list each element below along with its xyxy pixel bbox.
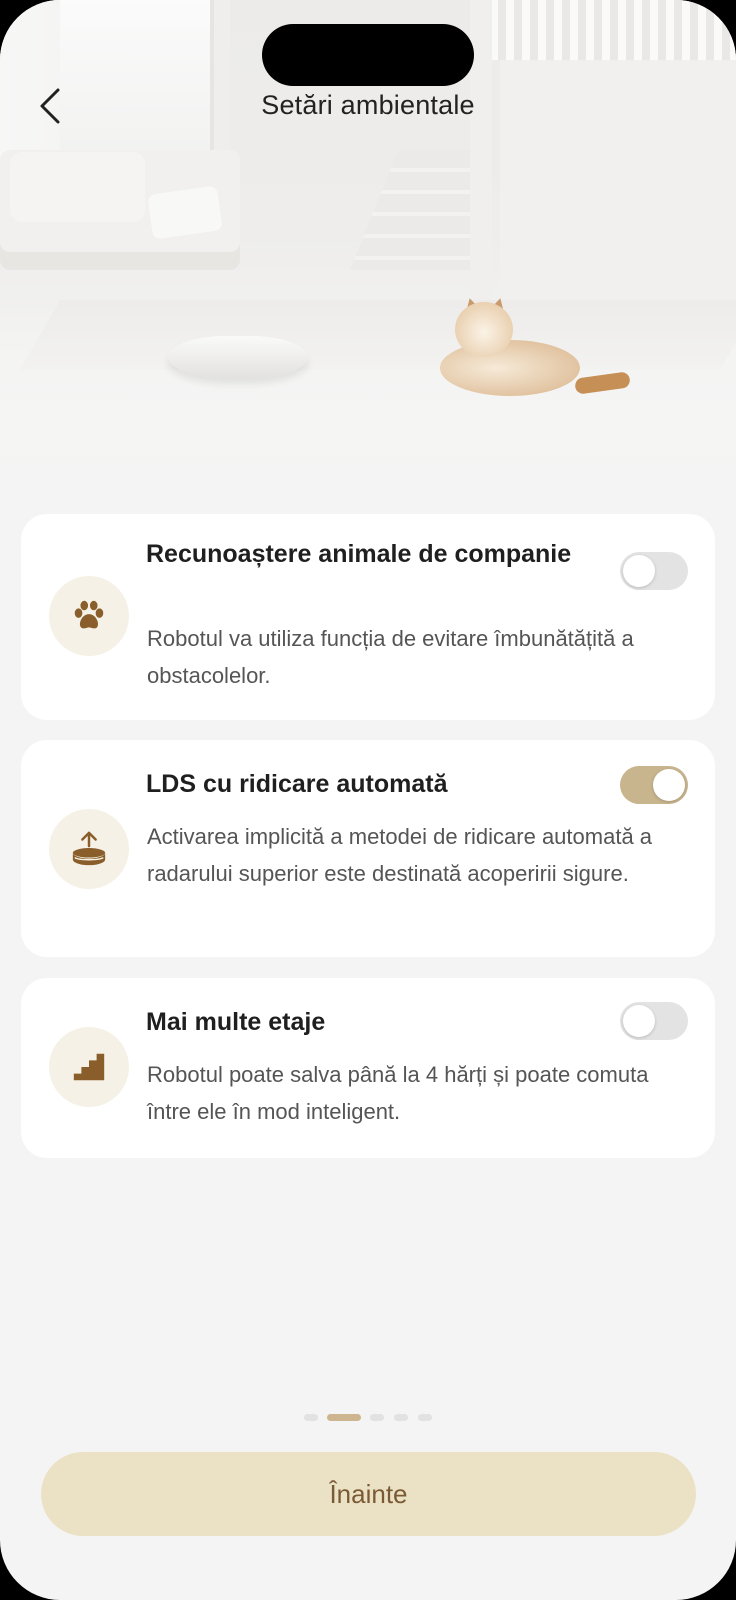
setting-card-pet-recognition: Recunoaștere animale de companie Robotul… bbox=[21, 514, 715, 720]
lds-lift-icon-badge bbox=[49, 809, 129, 889]
robot-vacuum-image bbox=[168, 336, 308, 378]
paw-icon-badge bbox=[49, 576, 129, 656]
lds-lift-toggle[interactable] bbox=[620, 766, 688, 804]
cat-image bbox=[440, 340, 580, 396]
paw-icon bbox=[74, 600, 104, 629]
stairs-icon-badge bbox=[49, 1027, 129, 1107]
stairs-icon bbox=[73, 1053, 105, 1081]
page-dot bbox=[394, 1414, 408, 1421]
page-indicator bbox=[0, 1414, 736, 1422]
setting-title: Recunoaștere animale de companie bbox=[146, 540, 572, 568]
pet-recognition-toggle[interactable] bbox=[620, 552, 688, 590]
setting-card-lds-lift: LDS cu ridicare automată Activarea impli… bbox=[21, 740, 715, 957]
page-title: Setări ambientale bbox=[261, 90, 475, 120]
page-dot-active bbox=[327, 1414, 361, 1421]
dynamic-island bbox=[262, 24, 474, 86]
setting-description: Activarea implicită a metodei de ridicar… bbox=[147, 824, 653, 886]
page-dot bbox=[304, 1414, 318, 1421]
setting-title: LDS cu ridicare automată bbox=[146, 770, 448, 798]
setting-card-multi-floor: Mai multe etaje Robotul poate salva până… bbox=[21, 978, 715, 1158]
lds-lift-icon bbox=[72, 831, 106, 866]
multi-floor-toggle[interactable] bbox=[620, 1002, 688, 1040]
setting-description: Robotul va utiliza funcția de evitare îm… bbox=[147, 626, 634, 688]
setting-description: Robotul poate salva până la 4 hărți și p… bbox=[147, 1062, 649, 1124]
phone-screen: Setări ambientale Recunoaștere animale d… bbox=[0, 0, 736, 1600]
setting-title: Mai multe etaje bbox=[146, 1008, 326, 1036]
page-dot bbox=[370, 1414, 384, 1421]
page-dot bbox=[418, 1414, 432, 1421]
next-button[interactable]: Înainte bbox=[41, 1452, 696, 1536]
